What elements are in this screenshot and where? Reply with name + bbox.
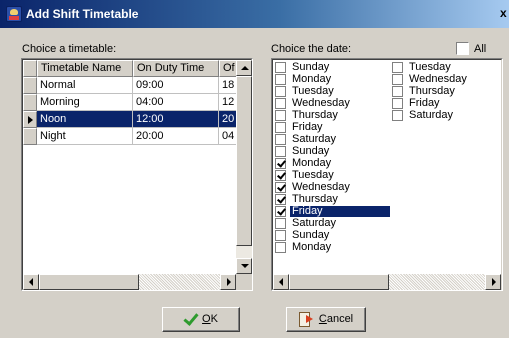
- horizontal-scroll-thumb[interactable]: [39, 274, 139, 290]
- grid-header: Timetable Name On Duty Time Of: [23, 60, 237, 77]
- scroll-right-icon[interactable]: [220, 274, 236, 290]
- cell-on-duty[interactable]: 12:00: [133, 111, 219, 128]
- row-indicator: [23, 128, 37, 145]
- cell-timetable-name[interactable]: Night: [37, 128, 133, 145]
- column-header-name[interactable]: Timetable Name: [37, 60, 133, 77]
- timetable-grid[interactable]: Timetable Name On Duty Time Of Normal 09…: [21, 58, 253, 291]
- horizontal-scroll-thumb[interactable]: [289, 274, 389, 290]
- column-header-off-duty[interactable]: Of: [219, 60, 237, 77]
- day-label: Saturday: [409, 109, 454, 121]
- close-icon[interactable]: x: [500, 6, 508, 20]
- cancel-label-rest: ancel: [326, 313, 354, 325]
- cancel-button[interactable]: Cancel: [286, 307, 366, 332]
- day-label: Thursday: [292, 109, 338, 121]
- grid-horizontal-scrollbar[interactable]: [23, 274, 236, 290]
- cell-on-duty[interactable]: 04:00: [133, 94, 219, 111]
- cancel-accel: C: [318, 313, 327, 325]
- table-row[interactable]: Normal 09:00 18: [23, 77, 237, 94]
- day-label: Monday: [292, 157, 332, 169]
- ok-accel: O: [202, 313, 211, 325]
- day-label: Sunday: [292, 229, 330, 241]
- cell-timetable-name[interactable]: Noon: [37, 111, 133, 128]
- checked-box-icon[interactable]: [275, 182, 286, 193]
- day-label: Wednesday: [409, 73, 467, 85]
- table-row-selected[interactable]: Noon 12:00 20: [23, 111, 237, 128]
- scroll-left-icon[interactable]: [273, 274, 289, 290]
- day-label: Thursday: [409, 85, 455, 97]
- cell-timetable-name[interactable]: Morning: [37, 94, 133, 111]
- unchecked-box-icon[interactable]: [392, 110, 403, 121]
- window-title: Add Shift Timetable: [26, 7, 139, 21]
- column-header-on-duty[interactable]: On Duty Time: [133, 60, 219, 77]
- day-label: Sunday: [292, 61, 330, 73]
- scrollbar-corner: [236, 274, 252, 290]
- check-icon: [184, 313, 198, 325]
- cell-on-duty[interactable]: 09:00: [133, 77, 219, 94]
- scroll-down-icon[interactable]: [236, 258, 252, 274]
- day-label: Friday: [292, 121, 323, 133]
- all-label: All: [474, 43, 487, 55]
- unchecked-box-icon[interactable]: [275, 242, 286, 253]
- vertical-scroll-thumb[interactable]: [236, 76, 252, 246]
- day-label: Saturday: [292, 133, 337, 145]
- checklist-horizontal-scrollbar[interactable]: [273, 274, 501, 290]
- exit-door-icon: [298, 312, 315, 328]
- scroll-left-icon[interactable]: [23, 274, 39, 290]
- all-checkbox[interactable]: [456, 42, 469, 55]
- scroll-up-icon[interactable]: [236, 60, 252, 76]
- day-label: Sunday: [292, 145, 330, 157]
- day-label: Tuesday: [292, 169, 334, 181]
- day-label: Monday: [292, 241, 332, 253]
- day-label: Saturday: [292, 217, 337, 229]
- ok-label-rest: K: [210, 313, 218, 325]
- unchecked-box-icon[interactable]: [275, 146, 286, 157]
- day-label: Wednesday: [292, 97, 350, 109]
- unchecked-box-icon[interactable]: [275, 62, 286, 73]
- date-label: Choice the date:: [271, 43, 352, 55]
- cell-on-duty[interactable]: 20:00: [133, 128, 219, 145]
- cell-off-duty[interactable]: 18: [219, 77, 237, 94]
- title-bar: Add Shift Timetable x: [0, 0, 509, 28]
- cell-off-duty[interactable]: 12: [219, 94, 237, 111]
- grid-corner-cell: [23, 60, 37, 77]
- day-label: Thursday: [292, 193, 338, 205]
- unchecked-box-icon[interactable]: [275, 134, 286, 145]
- ok-button[interactable]: OK: [162, 307, 240, 332]
- checked-box-icon[interactable]: [275, 170, 286, 181]
- scroll-right-icon[interactable]: [485, 274, 501, 290]
- cell-off-duty[interactable]: 20: [219, 111, 237, 128]
- checked-box-icon[interactable]: [275, 194, 286, 205]
- unchecked-box-icon[interactable]: [275, 74, 286, 85]
- unchecked-box-icon[interactable]: [275, 86, 286, 97]
- cell-timetable-name[interactable]: Normal: [37, 77, 133, 94]
- day-label: Monday: [292, 73, 332, 85]
- app-people-icon: [6, 6, 22, 22]
- day-label: Wednesday: [292, 181, 350, 193]
- cell-off-duty[interactable]: 04: [219, 128, 237, 145]
- unchecked-box-icon[interactable]: [392, 62, 403, 73]
- table-row[interactable]: Night 20:00 04: [23, 128, 237, 145]
- unchecked-box-icon[interactable]: [275, 218, 286, 229]
- row-indicator: [23, 94, 37, 111]
- day-label: Tuesday: [292, 85, 334, 97]
- grid-vertical-scrollbar[interactable]: [236, 60, 252, 274]
- checked-box-icon[interactable]: [275, 158, 286, 169]
- date-checklist[interactable]: Sunday Monday Tuesday Wednesday Thursday Frid…: [271, 58, 503, 291]
- unchecked-box-icon[interactable]: [275, 110, 286, 121]
- unchecked-box-icon[interactable]: [275, 230, 286, 241]
- row-pointer-icon: [23, 111, 37, 128]
- unchecked-box-icon[interactable]: [275, 122, 286, 133]
- table-row[interactable]: Morning 04:00 12: [23, 94, 237, 111]
- checked-box-icon[interactable]: [275, 206, 286, 217]
- unchecked-box-icon[interactable]: [275, 98, 286, 109]
- day-label: Friday: [409, 97, 440, 109]
- unchecked-box-icon[interactable]: [392, 98, 403, 109]
- unchecked-box-icon[interactable]: [392, 74, 403, 85]
- day-label: Friday: [289, 205, 391, 218]
- row-indicator: [23, 77, 37, 94]
- timetable-label: Choice a timetable:: [22, 43, 117, 55]
- day-label: Tuesday: [409, 61, 451, 73]
- unchecked-box-icon[interactable]: [392, 86, 403, 97]
